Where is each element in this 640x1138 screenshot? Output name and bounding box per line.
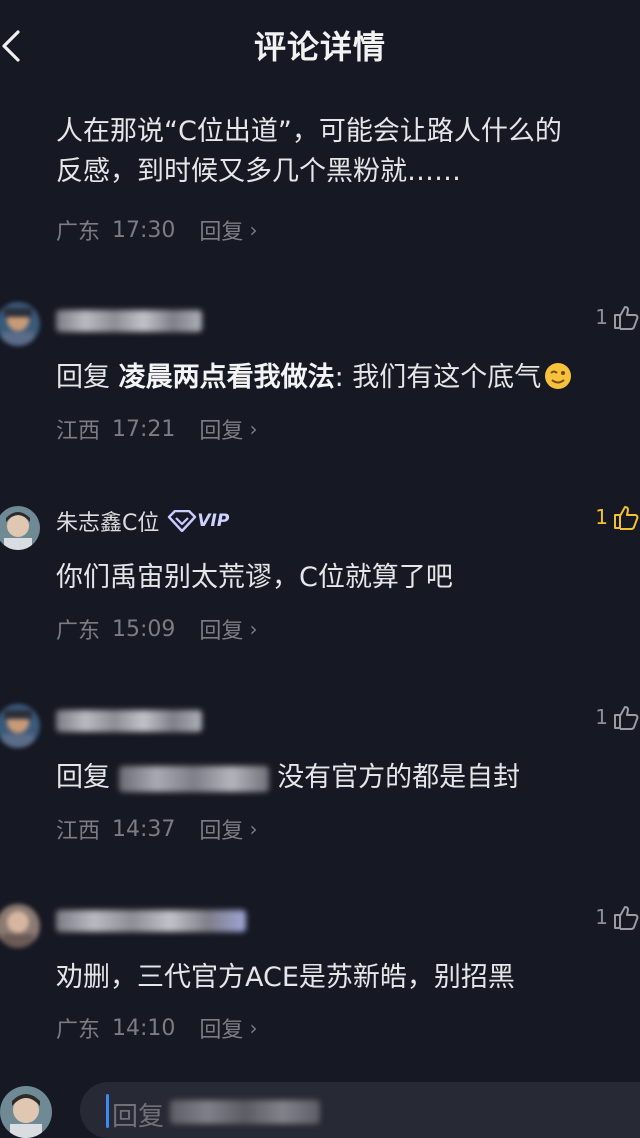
avatar[interactable] <box>0 904 40 948</box>
comment-meta: 江西 14:37 回复 › <box>56 813 257 845</box>
thumbs-up-icon <box>614 706 639 730</box>
page-title: 评论详情 <box>253 28 386 66</box>
comment-meta: 广东 17:30 回复 › <box>56 214 257 246</box>
vip-badge: VIP <box>167 510 229 532</box>
chevron-right-icon: › <box>249 218 258 242</box>
comment-text: 劝删，三代官方ACE是苏新皓，别招黑 <box>56 962 515 993</box>
like-count: 1 <box>595 305 608 329</box>
like-button[interactable]: 1 <box>590 700 640 734</box>
like-button[interactable]: 1 <box>590 900 640 934</box>
thumbs-up-icon <box>614 306 639 330</box>
comment-location: 广东 <box>56 619 101 644</box>
comment-body: 没有官方的都是自封 <box>277 762 521 793</box>
username-redacted[interactable] <box>56 710 202 732</box>
wink-emoji-icon <box>545 363 572 389</box>
comment-text-line: 反感，到时候又多几个黑粉就…… <box>56 156 461 187</box>
reply-button[interactable]: 回复 <box>199 813 243 845</box>
comment-time: 14:37 <box>112 816 176 842</box>
comment-text-line: 人在那说“C位出道”，可能会让路人什么的 <box>56 116 562 147</box>
diamond-icon <box>168 510 197 532</box>
reply-target-redacted[interactable] <box>118 765 269 792</box>
like-count: 1 <box>595 905 608 929</box>
chevron-right-icon: › <box>249 417 258 441</box>
avatar[interactable] <box>0 506 40 550</box>
comment-location: 江西 <box>56 419 101 444</box>
chevron-right-icon: › <box>249 617 258 641</box>
reply-button[interactable]: 回复 <box>199 1012 243 1044</box>
comment-text: 你们禹宙别太荒谬，C位就算了吧 <box>56 562 453 593</box>
like-button[interactable]: 1 <box>590 500 640 534</box>
top-bar: 评论详情 <box>0 0 640 90</box>
comment-location: 广东 <box>56 220 101 245</box>
my-avatar[interactable] <box>0 1086 52 1138</box>
username-redacted[interactable] <box>56 310 202 332</box>
username-redacted[interactable] <box>56 910 246 932</box>
reply-button[interactable]: 回复 <box>199 214 243 246</box>
reply-button[interactable]: 回复 <box>199 413 243 445</box>
comment-meta: 广东 15:09 回复 › <box>56 613 257 645</box>
reply-target-name[interactable]: 凌晨两点看我做法 <box>119 362 335 393</box>
like-count: 1 <box>595 505 608 529</box>
comment-time: 17:30 <box>112 217 176 243</box>
avatar[interactable] <box>0 302 40 346</box>
like-button[interactable]: 1 <box>590 300 640 334</box>
username[interactable]: 朱志鑫C位 VIP <box>56 506 229 536</box>
comment-text: 回复 没有官方的都是自封 <box>56 758 626 798</box>
comment-meta: 江西 17:21 回复 › <box>56 413 257 445</box>
comment-time: 14:10 <box>112 1015 176 1041</box>
vip-badge-text: VIP <box>197 511 230 531</box>
reply-prefix: 回复 <box>56 762 110 793</box>
username-text: 朱志鑫C位 <box>56 511 160 536</box>
reply-separator: : <box>334 362 344 393</box>
comment-body: 我们有这个底气 <box>352 362 542 393</box>
comment-time: 15:09 <box>112 616 176 642</box>
comment-text: 人在那说“C位出道”，可能会让路人什么的 反感，到时候又多几个黑粉就…… <box>56 112 626 192</box>
reply-prefix: 回复 <box>56 362 110 393</box>
comment-location: 江西 <box>56 819 101 844</box>
like-count: 1 <box>595 705 608 729</box>
comment-location: 广东 <box>56 1018 101 1043</box>
comment-time: 17:21 <box>112 416 176 442</box>
thumbs-up-icon <box>614 506 639 530</box>
chevron-right-icon: › <box>249 817 258 841</box>
comment-meta: 广东 14:10 回复 › <box>56 1012 257 1044</box>
avatar[interactable] <box>0 704 40 748</box>
comment-list: 自力生自的粉丝在碰佳朋会者，而且你们总有 人在那说“C位出道”，可能会让路人什么… <box>0 0 640 1138</box>
chevron-right-icon: › <box>249 1016 258 1040</box>
comment-text: 回复 凌晨两点看我做法: 我们有这个底气 <box>56 358 626 398</box>
reply-button[interactable]: 回复 <box>199 613 243 645</box>
reply-input-placeholder: 回复 <box>112 1102 165 1132</box>
text-caret <box>106 1094 109 1128</box>
reply-target-redacted <box>170 1100 320 1124</box>
thumbs-up-icon <box>614 906 639 930</box>
